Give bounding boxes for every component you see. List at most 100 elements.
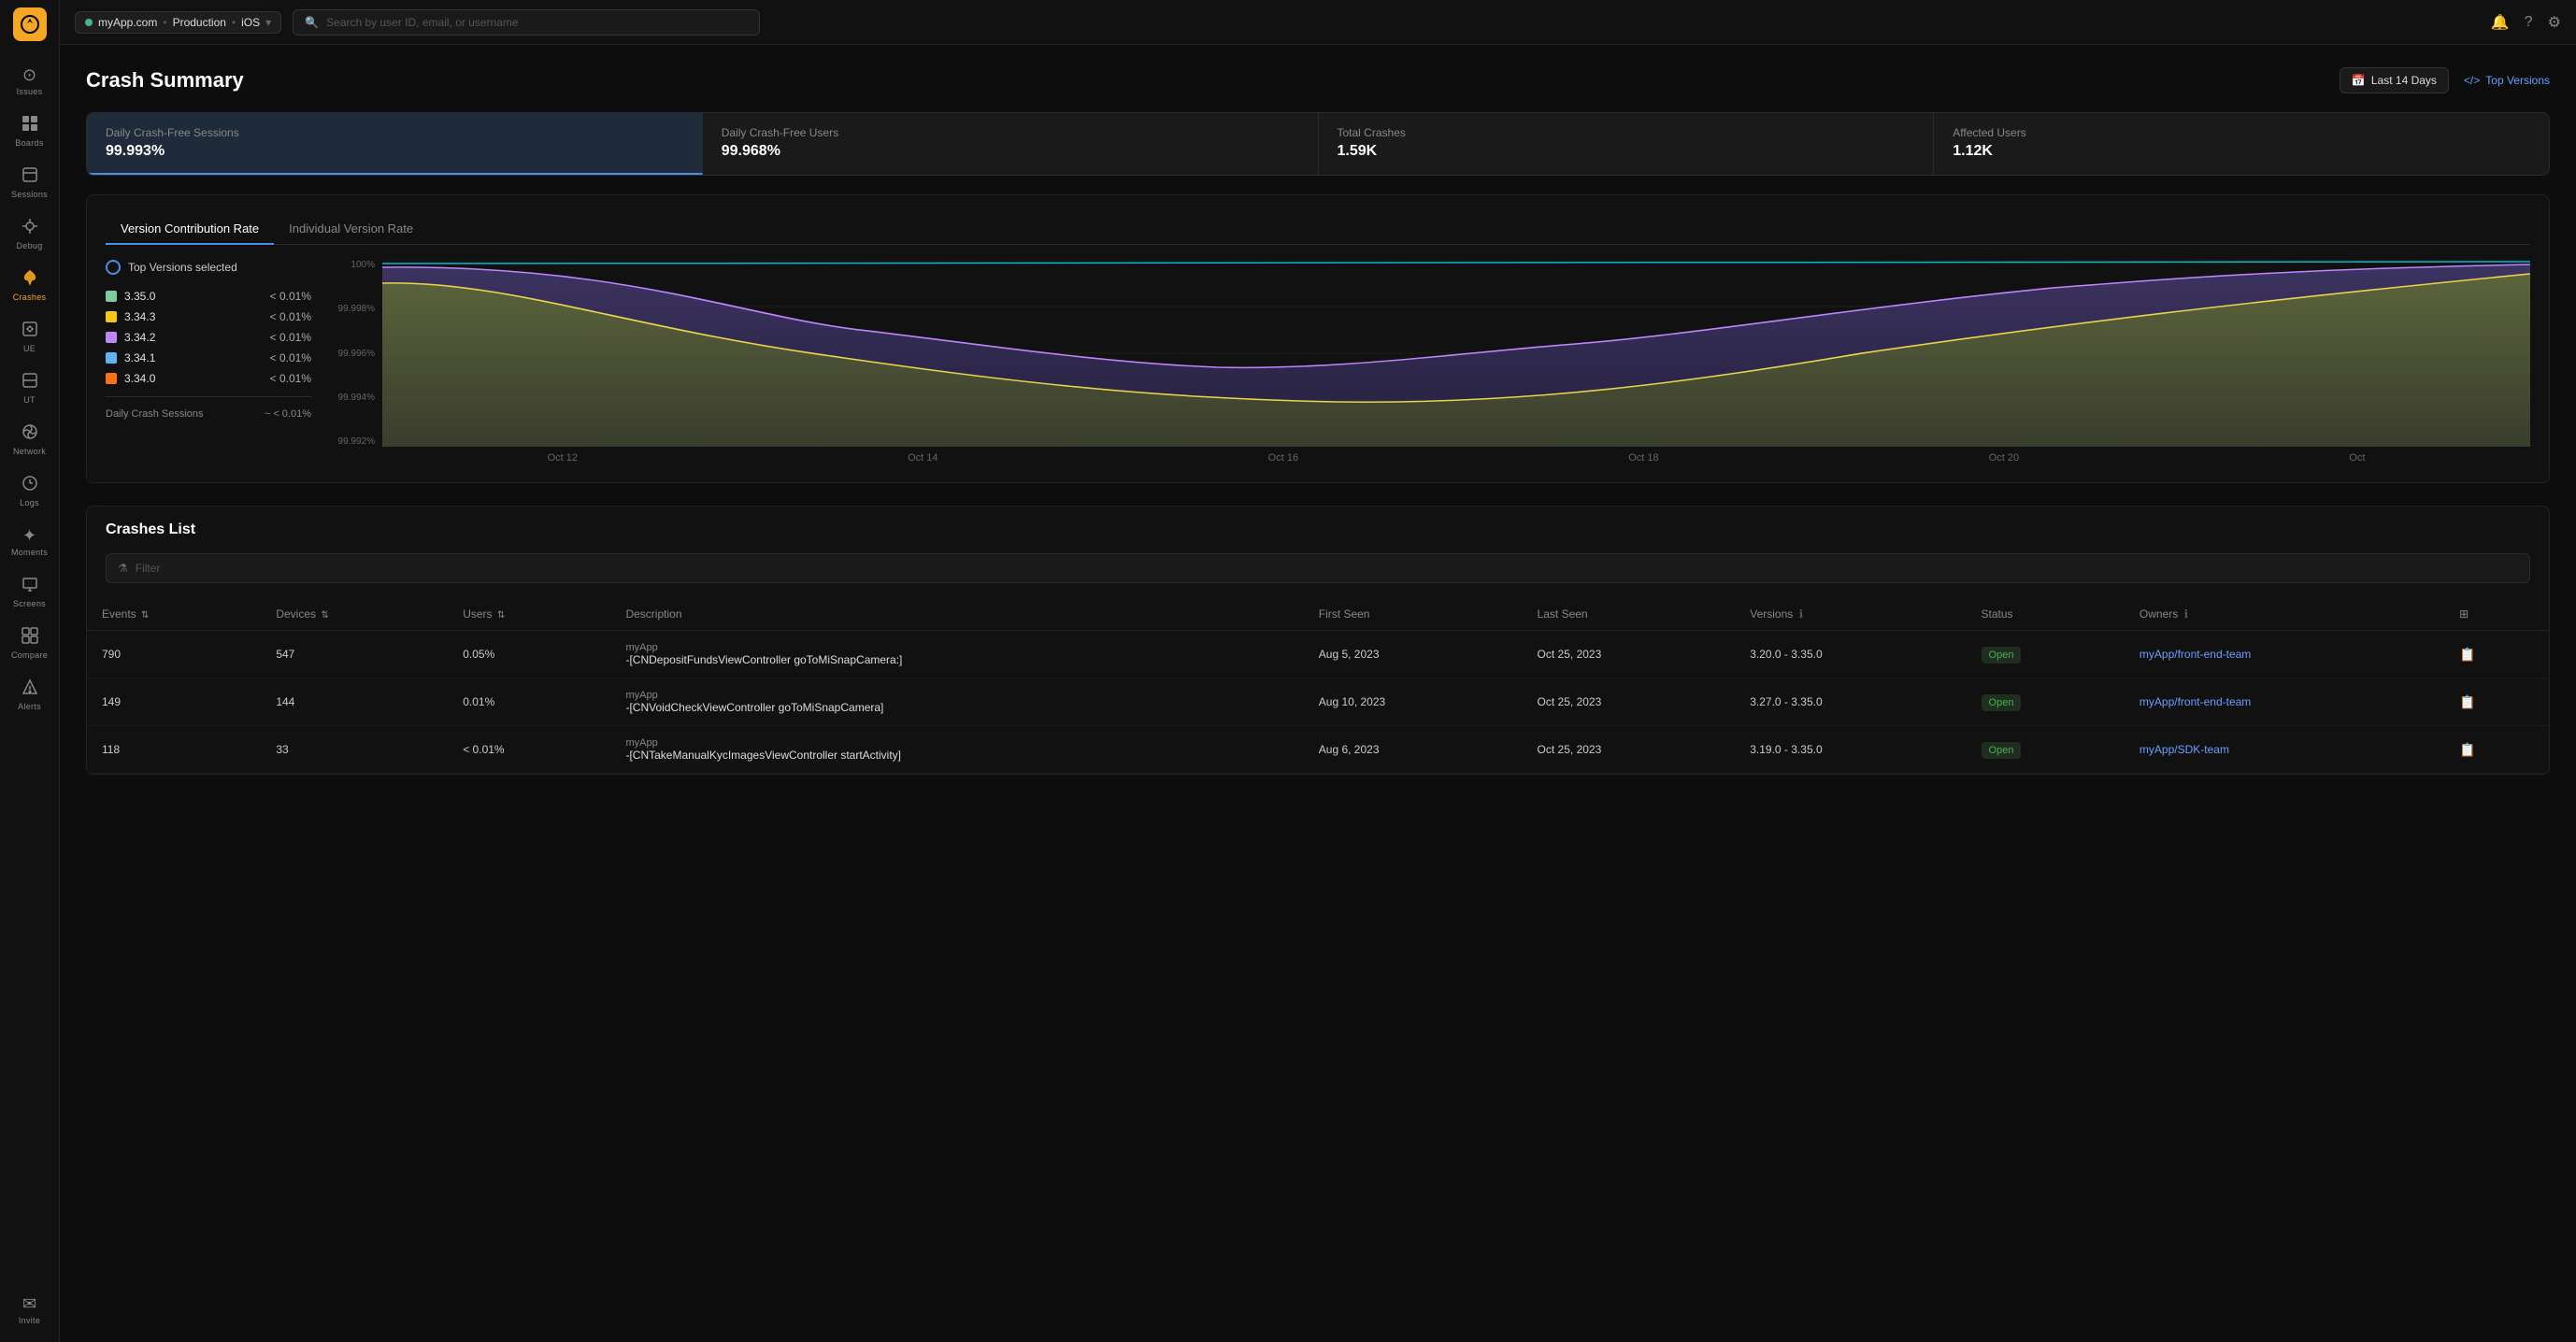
tab-version-contribution[interactable]: Version Contribution Rate	[106, 214, 274, 245]
legend-item-0[interactable]: 3.35.0 < 0.01%	[106, 286, 311, 307]
info-icon-owners: ℹ	[2184, 607, 2189, 621]
table-row[interactable]: 118 33 < 0.01% myApp -[CNTakeManualKycIm…	[87, 726, 2549, 774]
crashes-list-section: Crashes List ⚗ Filter Events ⇅ Devices ⇅	[86, 506, 2550, 775]
sidebar-item-invite[interactable]: ✉ Invite	[0, 1285, 59, 1335]
sidebar-item-logs[interactable]: Logs	[0, 465, 59, 517]
crashes-list-title: Crashes List	[87, 507, 2549, 553]
desc-app-1: myApp	[625, 690, 1288, 701]
sessions-icon	[21, 166, 38, 188]
cell-action-2: 📋	[2444, 726, 2549, 774]
legend-header-icon	[106, 260, 121, 275]
cell-first-seen-1: Aug 10, 2023	[1304, 678, 1523, 726]
page-actions: 📅 Last 14 Days </> Top Versions	[2340, 67, 2550, 93]
search-icon: 🔍	[305, 16, 319, 29]
status-badge-1: Open	[1982, 694, 2022, 711]
environment: Production	[173, 16, 226, 29]
cell-description-2: myApp -[CNTakeManualKycImagesViewControl…	[610, 726, 1303, 774]
sidebar-item-network[interactable]: Network	[0, 414, 59, 465]
col-users[interactable]: Users ⇅	[448, 598, 610, 631]
y-label-1: 99.998%	[338, 304, 375, 314]
sidebar-item-alerts[interactable]: Alerts	[0, 669, 59, 721]
chart-card: Version Contribution Rate Individual Ver…	[86, 194, 2550, 483]
stat-crash-free-sessions[interactable]: Daily Crash-Free Sessions 99.993%	[87, 113, 703, 175]
columns-icon[interactable]: ⊞	[2459, 607, 2469, 621]
sort-icon-devices: ⇅	[321, 610, 328, 621]
col-devices[interactable]: Devices ⇅	[261, 598, 448, 631]
cell-last-seen-2: Oct 25, 2023	[1523, 726, 1736, 774]
page-header: Crash Summary 📅 Last 14 Days </> Top Ver…	[86, 67, 2550, 93]
table-row[interactable]: 790 547 0.05% myApp -[CNDepositFundsView…	[87, 631, 2549, 678]
screens-icon	[21, 576, 38, 597]
help-icon[interactable]: ?	[2525, 14, 2533, 31]
filter-bar[interactable]: ⚗ Filter	[106, 553, 2530, 583]
chart-legend: Top Versions selected 3.35.0 < 0.01% 3.3…	[106, 260, 311, 464]
col-events[interactable]: Events ⇅	[87, 598, 261, 631]
sidebar-item-screens[interactable]: Screens	[0, 566, 59, 618]
legend-color-0	[106, 291, 117, 302]
action-icon-2[interactable]: 📋	[2459, 742, 2475, 757]
chart-body: Top Versions selected 3.35.0 < 0.01% 3.3…	[106, 260, 2530, 464]
top-versions-button[interactable]: </> Top Versions	[2464, 74, 2550, 87]
legend-header: Top Versions selected	[106, 260, 311, 275]
network-icon	[21, 423, 38, 445]
sidebar-item-moments[interactable]: ✦ Moments	[0, 517, 59, 566]
stat-value-affected: 1.12K	[1953, 143, 1993, 159]
legend-item-4[interactable]: 3.34.0 < 0.01%	[106, 368, 311, 389]
legend-color-4	[106, 373, 117, 384]
sidebar-item-crashes[interactable]: Crashes	[0, 260, 59, 311]
app-logo[interactable]	[13, 7, 47, 41]
status-dot	[85, 19, 93, 26]
legend-item-2[interactable]: 3.34.2 < 0.01%	[106, 327, 311, 348]
chevron-down-icon: ▾	[265, 16, 271, 29]
sidebar-item-compare[interactable]: Compare	[0, 618, 59, 669]
legend-item-1[interactable]: 3.34.3 < 0.01%	[106, 307, 311, 327]
sidebar-item-issues[interactable]: ⊙ Issues	[0, 56, 59, 106]
col-owners: Owners ℹ	[2125, 598, 2444, 631]
stat-value-users: 99.968%	[722, 143, 780, 159]
sidebar-item-debug[interactable]: Debug	[0, 208, 59, 260]
stat-value-sessions: 99.993%	[106, 143, 165, 159]
legend-item-3[interactable]: 3.34.1 < 0.01%	[106, 348, 311, 368]
sidebar-item-sessions[interactable]: Sessions	[0, 157, 59, 208]
table-row[interactable]: 149 144 0.01% myApp -[CNVoidCheckViewCon…	[87, 678, 2549, 726]
settings-icon[interactable]: ⚙	[2548, 13, 2561, 32]
cell-action-0: 📋	[2444, 631, 2549, 678]
legend-value-2: < 0.01%	[270, 331, 311, 344]
stat-label-users: Daily Crash-Free Users	[722, 126, 1299, 139]
cell-last-seen-0: Oct 25, 2023	[1523, 631, 1736, 678]
sidebar-item-ut[interactable]: UT	[0, 363, 59, 414]
sidebar-item-ue[interactable]: UE	[0, 311, 59, 363]
legend-version-0: 3.35.0	[124, 290, 155, 303]
owner-link-1[interactable]: myApp/front-end-team	[2140, 695, 2251, 708]
stat-crash-free-users[interactable]: Daily Crash-Free Users 99.968%	[703, 113, 1319, 175]
legend-color-2	[106, 332, 117, 343]
filter-placeholder: Filter	[136, 562, 161, 575]
tab-individual-version[interactable]: Individual Version Rate	[274, 214, 428, 245]
search-bar[interactable]: 🔍 Search by user ID, email, or username	[293, 9, 760, 36]
app-selector[interactable]: myApp.com • Production • iOS ▾	[75, 11, 281, 34]
page-title: Crash Summary	[86, 68, 244, 93]
action-icon-0[interactable]: 📋	[2459, 647, 2475, 662]
sidebar-item-boards[interactable]: Boards	[0, 106, 59, 157]
stat-total-crashes[interactable]: Total Crashes 1.59K	[1319, 113, 1935, 175]
owner-link-0[interactable]: myApp/front-end-team	[2140, 648, 2251, 661]
date-range-selector[interactable]: 📅 Last 14 Days	[2340, 67, 2449, 93]
sort-icon-events: ⇅	[141, 610, 149, 621]
cell-first-seen-2: Aug 6, 2023	[1304, 726, 1523, 774]
bell-icon[interactable]: 🔔	[2491, 13, 2510, 32]
x-label-2: Oct 16	[1268, 452, 1298, 464]
desc-method-1: -[CNVoidCheckViewController goToMiSnapCa…	[625, 701, 1288, 714]
cell-devices-0: 547	[261, 631, 448, 678]
chart-wrapper: 100% 99.998% 99.996% 99.994% 99.992%	[326, 260, 2530, 464]
crashes-table: Events ⇅ Devices ⇅ Users ⇅ Description	[87, 598, 2549, 774]
moments-icon: ✦	[22, 526, 36, 546]
cell-owner-0: myApp/front-end-team	[2125, 631, 2444, 678]
stat-affected-users[interactable]: Affected Users 1.12K	[1934, 113, 2549, 175]
owner-link-2[interactable]: myApp/SDK-team	[2140, 743, 2229, 756]
y-label-4: 99.992%	[338, 436, 375, 447]
action-icon-1[interactable]: 📋	[2459, 694, 2475, 709]
calendar-icon: 📅	[2352, 74, 2366, 87]
cell-first-seen-0: Aug 5, 2023	[1304, 631, 1523, 678]
col-description: Description	[610, 598, 1303, 631]
legend-color-1	[106, 311, 117, 322]
